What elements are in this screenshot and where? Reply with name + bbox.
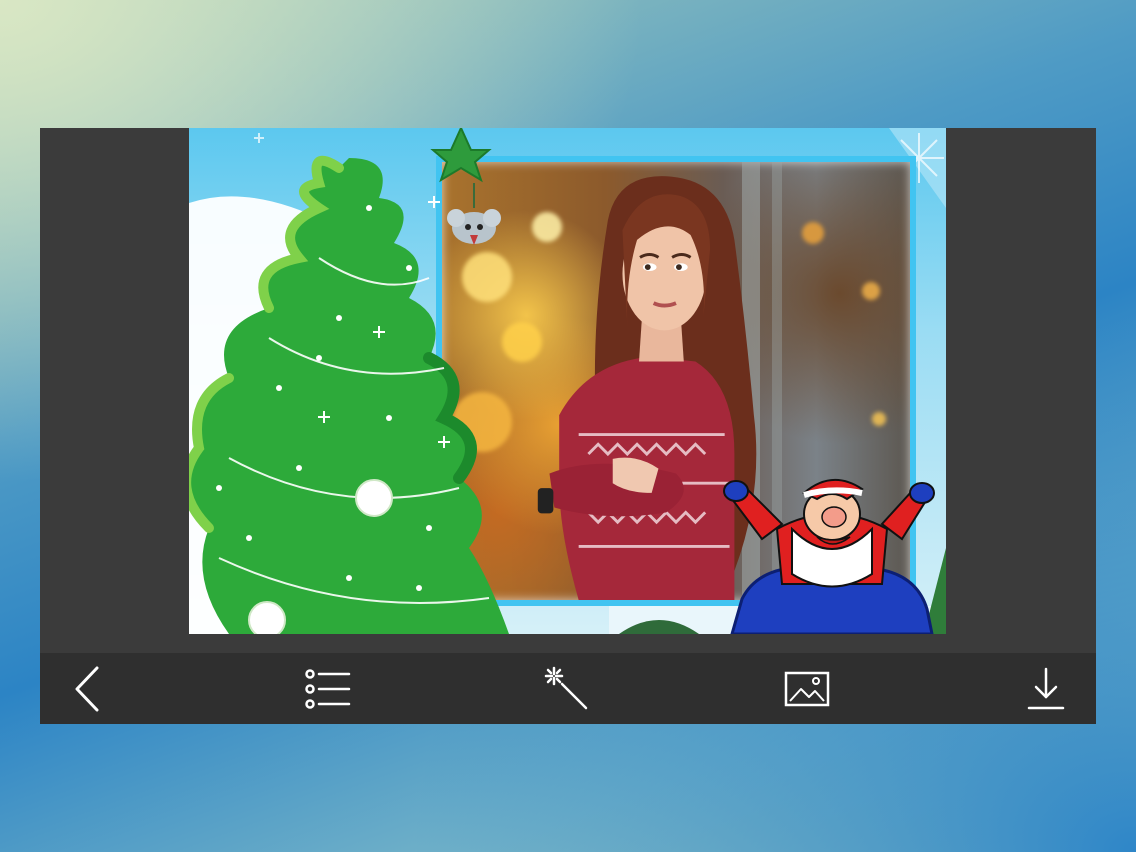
editor-canvas xyxy=(40,128,1096,653)
santa-sticker xyxy=(723,478,935,634)
hanging-mouse-sticker xyxy=(447,183,501,245)
back-button[interactable] xyxy=(60,661,116,717)
bottom-toolbar xyxy=(40,653,1096,724)
download-button[interactable] xyxy=(1018,661,1074,717)
photo-frame-canvas[interactable] xyxy=(189,128,946,634)
gallery-button[interactable] xyxy=(779,661,835,717)
frame-list-icon xyxy=(304,668,350,709)
gallery-image-icon xyxy=(784,671,829,706)
ornament xyxy=(248,601,286,634)
download-icon xyxy=(1027,667,1065,709)
magic-wand-icon xyxy=(544,666,588,709)
back-chevron-icon xyxy=(75,666,99,711)
ornament xyxy=(355,479,393,517)
frame-list-button[interactable] xyxy=(300,661,356,717)
editor-window xyxy=(40,128,1096,724)
effects-button[interactable] xyxy=(539,661,595,717)
